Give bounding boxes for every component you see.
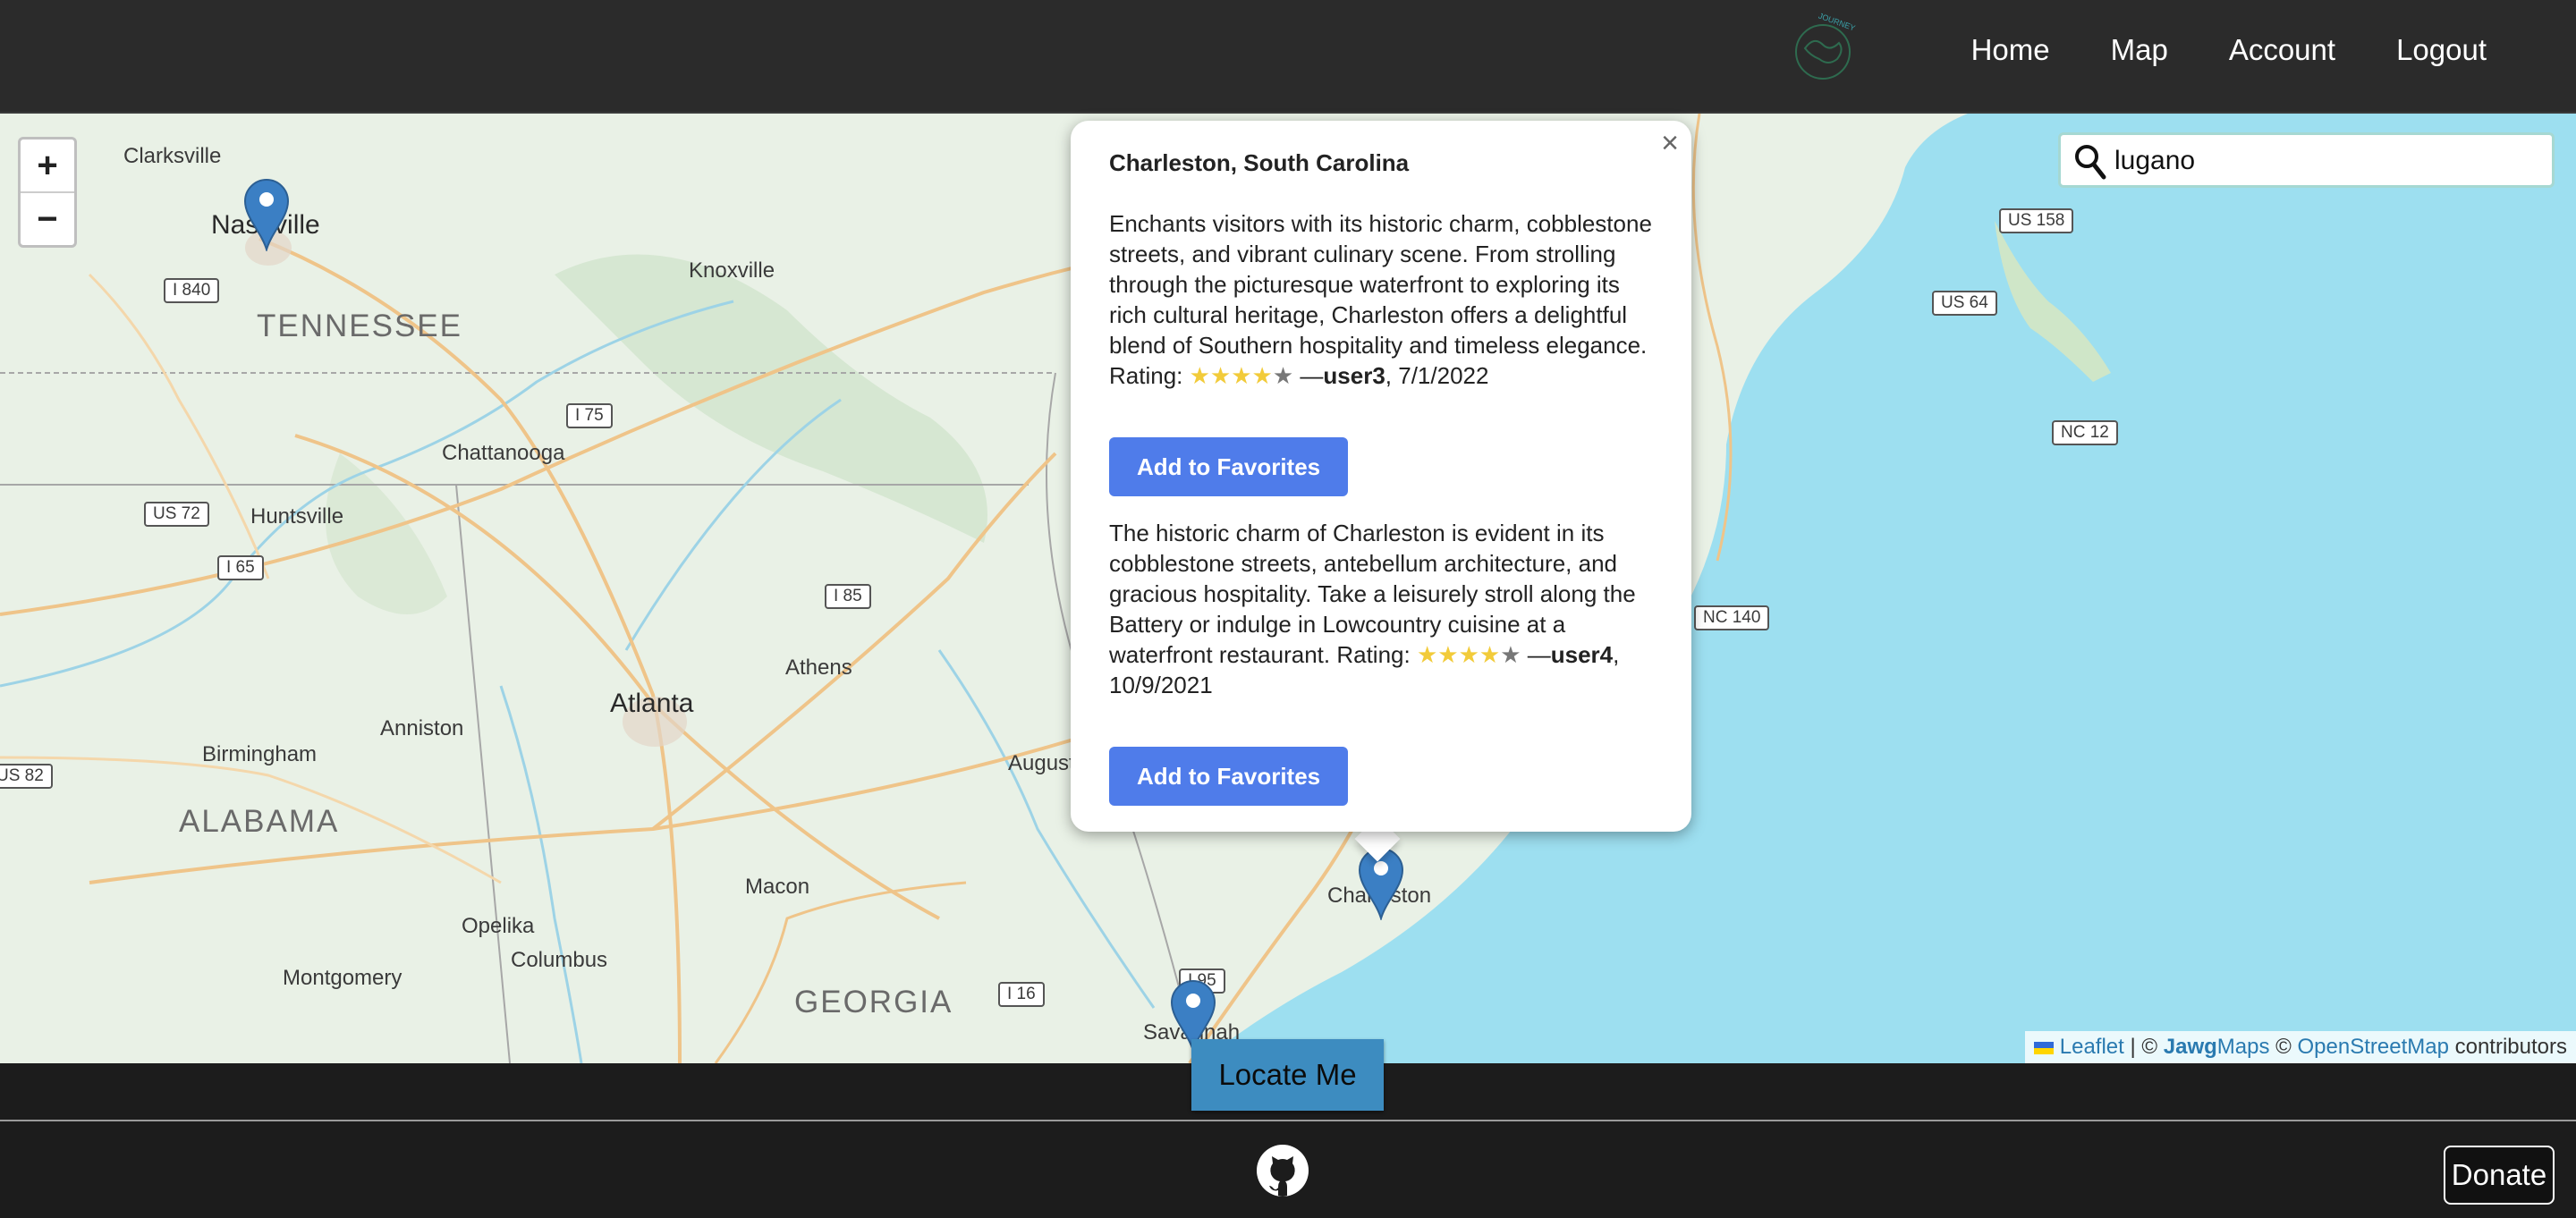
state-label-tennessee: TENNESSEE: [257, 309, 462, 343]
route-shield: US 82: [0, 764, 53, 789]
route-shield: I 75: [566, 403, 613, 428]
city-label-knoxville: Knoxville: [689, 258, 775, 283]
nav-home-link[interactable]: Home: [1971, 33, 2050, 67]
zoom-control: + −: [18, 137, 77, 248]
leaflet-link[interactable]: Leaflet: [2060, 1035, 2124, 1059]
city-label-opelika: Opelika: [462, 914, 535, 938]
city-label-macon: Macon: [745, 875, 810, 899]
state-label-alabama: ALABAMA: [179, 804, 340, 839]
route-shield: I 840: [164, 278, 220, 303]
map-search-input[interactable]: [2113, 142, 2546, 180]
zoom-out-button[interactable]: −: [21, 193, 74, 245]
route-shield: US 64: [1932, 291, 1997, 316]
map-marker-nashville[interactable]: [243, 178, 290, 251]
review-user: user4: [1550, 641, 1614, 668]
review-date: 7/1/2022: [1398, 362, 1489, 389]
city-label-columbus: Columbus: [511, 948, 608, 972]
route-shield: NC 12: [2052, 420, 2118, 445]
locate-me-button[interactable]: Locate Me: [1191, 1039, 1384, 1111]
route-shield: NC 140: [1694, 605, 1770, 630]
location-popup: × Charleston, South Carolina Enchants vi…: [1071, 121, 1691, 832]
route-shield: US 72: [144, 502, 209, 527]
nav-map-link[interactable]: Map: [2111, 33, 2168, 67]
footer: Donate: [0, 1121, 2576, 1218]
popup-title: Charleston, South Carolina: [1109, 149, 1410, 176]
review-item: The historic charm of Charleston is evid…: [1109, 520, 1636, 698]
map-attribution: Leaflet | © JawgMaps © OpenStreetMap con…: [2025, 1031, 2576, 1063]
map-search-box: [2058, 132, 2555, 188]
donate-button[interactable]: Donate: [2444, 1146, 2555, 1205]
nav-links: Home Map Account Logout: [1971, 0, 2487, 100]
journey-logo[interactable]: JOURNEY: [1782, 7, 1864, 89]
city-label-birmingham: Birmingham: [202, 742, 318, 766]
zoom-in-button[interactable]: +: [21, 140, 74, 193]
route-shield: I 16: [998, 982, 1045, 1007]
osm-link[interactable]: OpenStreetMap: [2298, 1035, 2449, 1059]
star-rating: ★★★★★: [1189, 362, 1294, 389]
add-to-favorites-button[interactable]: Add to Favorites: [1109, 437, 1349, 496]
search-icon: [2075, 145, 2106, 180]
city-label-chattanooga: Chattanooga: [442, 441, 565, 465]
nav-logout-link[interactable]: Logout: [2396, 33, 2487, 67]
star-rating: ★★★★★: [1416, 641, 1521, 668]
popup-close-button[interactable]: ×: [1661, 126, 1679, 161]
jawg-link[interactable]: JawgMaps: [2164, 1035, 2270, 1059]
github-icon[interactable]: [1256, 1144, 1309, 1197]
city-label-huntsville: Huntsville: [250, 504, 344, 529]
review-item: Enchants visitors with its historic char…: [1109, 210, 1652, 389]
navbar: JOURNEY Home Map Account Logout: [0, 0, 2576, 114]
ukraine-flag-icon: [2034, 1041, 2055, 1054]
city-label-montgomery: Montgomery: [283, 966, 402, 990]
route-shield: US 158: [1999, 208, 2074, 233]
city-label-athens: Athens: [785, 656, 852, 680]
route-shield: I 85: [825, 584, 871, 609]
popup-content: Charleston, South Carolina Enchants visi…: [1109, 148, 1659, 850]
city-label-atlanta: Atlanta: [610, 689, 694, 718]
review-user: user3: [1323, 362, 1385, 389]
review-date: 10/9/2021: [1109, 672, 1213, 698]
city-label-clarksville: Clarksville: [123, 144, 222, 168]
city-label-anniston: Anniston: [380, 716, 464, 740]
route-shield: I 65: [217, 555, 264, 580]
state-label-georgia: GEORGIA: [794, 985, 953, 1019]
add-to-favorites-button[interactable]: Add to Favorites: [1109, 747, 1349, 806]
nav-account-link[interactable]: Account: [2229, 33, 2335, 67]
